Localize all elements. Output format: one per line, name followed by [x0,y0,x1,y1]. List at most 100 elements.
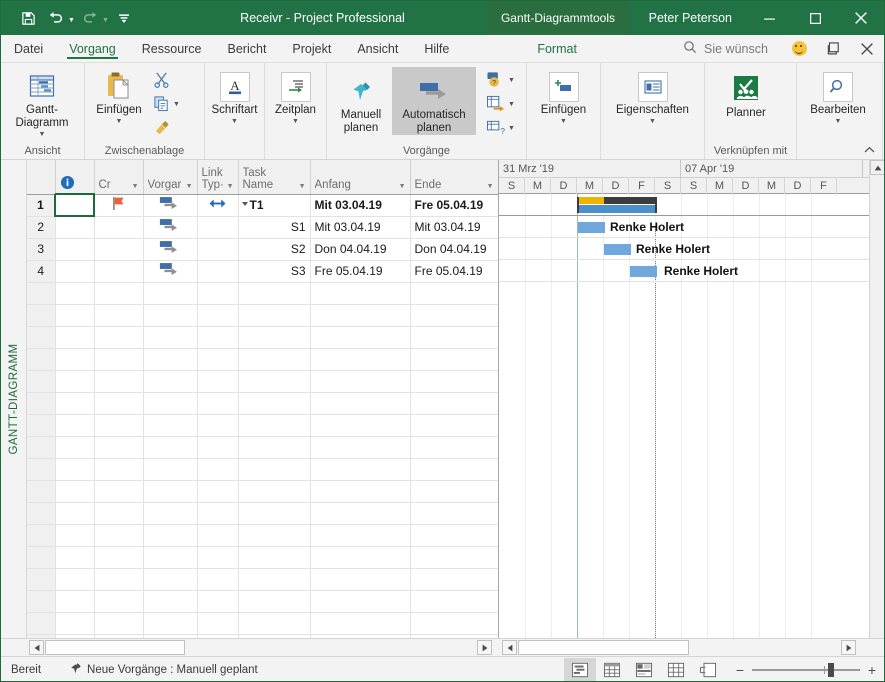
created-cell[interactable] [94,216,144,239]
finish-cell[interactable] [410,348,498,371]
copy-button[interactable]: ▼ [150,93,183,116]
task-name-cell[interactable] [238,634,311,638]
row-number[interactable] [27,502,56,525]
link-type-cell[interactable] [197,282,239,305]
column-header-created[interactable]: Cr ▼ [94,160,144,195]
created-cell[interactable] [94,414,144,437]
smiley-feedback-icon[interactable] [782,35,816,62]
link-type-cell[interactable] [197,370,239,393]
link-type-cell[interactable] [197,612,239,635]
status-new-tasks[interactable]: Neue Vorgänge : Manuell geplant [69,661,258,678]
column-header-task-name[interactable]: Task Name ▼ [238,160,311,195]
created-cell[interactable] [94,612,144,635]
task-name-cell[interactable] [238,282,311,305]
tab-ressource[interactable]: Ressource [129,35,215,62]
task-name-cell[interactable] [238,568,311,591]
start-cell[interactable]: Fre 05.04.19 [310,260,411,283]
row-number[interactable] [27,348,56,371]
minimize-button[interactable] [746,1,792,35]
paste-button[interactable]: Einfügen ▼ [89,67,149,126]
task-name-cell[interactable] [238,546,311,569]
finish-cell[interactable]: Fre 05.04.19 [410,260,498,283]
row-number[interactable]: 1 [27,194,56,217]
chevron-up-icon[interactable] [860,141,878,159]
link-type-cell[interactable] [197,392,239,415]
task-mode-cell[interactable] [143,546,198,569]
grid-scroll-left-arrow-icon[interactable] [29,640,44,655]
finish-cell[interactable]: Don 04.04.19 [410,238,498,261]
task-name-cell[interactable] [238,304,311,327]
created-cell[interactable] [94,590,144,613]
indicators-cell[interactable] [55,524,95,547]
table-row[interactable] [27,304,498,327]
indicators-cell[interactable] [55,480,95,503]
link-type-cell[interactable] [197,326,239,349]
row-number[interactable]: 2 [27,216,56,239]
table-row[interactable] [27,414,498,437]
font-group-button[interactable]: A Schriftart ▼ [209,67,260,126]
customize-qat-icon[interactable] [111,6,137,30]
link-type-cell[interactable] [197,436,239,459]
task-name-cell[interactable]: S2 [238,238,311,261]
column-header-task-mode[interactable]: Vorgar ▼ [143,160,198,195]
task-name-cell[interactable] [238,370,311,393]
scroll-up-arrow-icon[interactable] [870,160,884,175]
gantt-chart-view-button[interactable]: Gantt- Diagramm ▼ [5,67,79,139]
row-number[interactable] [27,304,56,327]
finish-cell[interactable] [410,480,498,503]
finish-cell[interactable] [410,634,498,638]
indicators-cell[interactable] [55,216,95,239]
indicators-cell[interactable] [55,568,95,591]
start-cell[interactable] [310,634,411,638]
tab-format[interactable]: Format [524,35,590,62]
created-cell[interactable] [94,304,144,327]
start-cell[interactable] [310,568,411,591]
paste-dropdown-icon[interactable]: ▼ [116,118,123,126]
format-painter-button[interactable] [150,117,183,140]
move-task-button[interactable]: ▼ [483,93,518,116]
created-cell[interactable] [94,436,144,459]
gantt-task-bar[interactable] [604,244,631,255]
copy-dropdown-icon[interactable]: ▼ [173,101,180,108]
table-row[interactable] [27,282,498,305]
move-task-dropdown-icon[interactable]: ▼ [508,101,515,108]
row-number[interactable] [27,414,56,437]
created-cell[interactable] [94,282,144,305]
created-cell[interactable] [94,524,144,547]
created-cell[interactable] [94,370,144,393]
link-type-cell[interactable] [197,458,239,481]
properties-button[interactable]: Eigenschaften ▼ [605,67,700,126]
undo-dropdown-icon[interactable]: ▼ [68,17,75,24]
indicators-cell[interactable] [55,282,95,305]
tab-bericht[interactable]: Bericht [215,35,280,62]
start-cell[interactable] [310,326,411,349]
context-tab-label[interactable]: Gantt-Diagrammtools [487,1,629,35]
task-mode-cell[interactable] [143,414,198,437]
tab-vorgang[interactable]: Vorgang [56,35,129,62]
link-type-cell[interactable] [197,524,239,547]
link-type-cell[interactable] [197,348,239,371]
row-number[interactable] [27,546,56,569]
editing-button[interactable]: Bearbeiten ▼ [801,67,875,126]
chart-scroll-right-arrow-icon[interactable] [841,640,856,655]
inspect-task-button[interactable]: ? ▼ [483,69,518,92]
gantt-chart-view-dropdown-icon[interactable]: ▼ [39,131,46,139]
start-cell[interactable] [310,524,411,547]
indicators-cell[interactable] [55,634,95,638]
indicators-cell[interactable] [55,238,95,261]
font-group-dropdown-icon[interactable]: ▼ [231,118,238,126]
start-cell[interactable] [310,458,411,481]
properties-dropdown-icon[interactable]: ▼ [649,118,656,126]
task-name-cell[interactable] [238,502,311,525]
active-view-label[interactable]: GANTT-DIAGRAMM [1,160,27,638]
maximize-button[interactable] [792,1,838,35]
indicators-cell[interactable] [54,193,95,217]
table-row[interactable]: 2 S1 Mit 03.04.19 Mit 03.04.19 [27,216,498,239]
filter-dropdown-icon[interactable]: ▼ [186,183,193,191]
created-cell[interactable] [94,392,144,415]
row-number[interactable] [27,590,56,613]
row-number[interactable] [27,480,56,503]
redo-icon[interactable] [77,6,103,30]
chart-scroll-left-arrow-icon[interactable] [502,640,517,655]
row-number[interactable] [27,326,56,349]
